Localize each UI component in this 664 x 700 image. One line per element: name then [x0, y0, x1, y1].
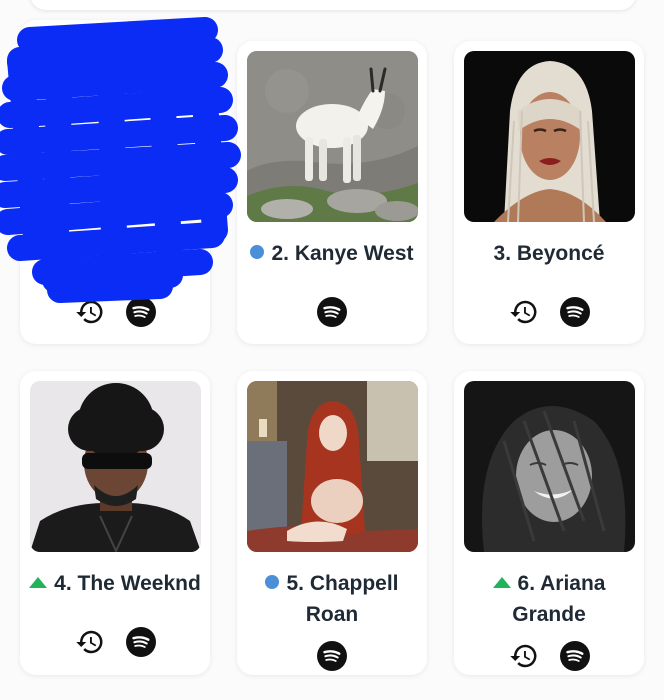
history-icon[interactable]: [75, 297, 105, 327]
artist-rank-label: 6. Ariana Grande: [512, 572, 606, 626]
artist-card-4[interactable]: 4. The Weeknd: [20, 371, 210, 675]
spotify-icon[interactable]: [559, 297, 590, 327]
artist-image: [464, 381, 635, 552]
artist-card-6[interactable]: 6. Ariana Grande: [454, 371, 644, 675]
card-actions: [237, 297, 427, 329]
history-icon[interactable]: [75, 627, 105, 657]
artist-image: [247, 51, 418, 222]
artist-card-2[interactable]: 2. Kanye West: [237, 41, 427, 344]
card-actions: [454, 297, 644, 329]
new-entry-dot: [265, 575, 280, 589]
card-actions: [20, 627, 210, 659]
rank-title: 4. The Weeknd: [24, 568, 206, 599]
spotify-icon[interactable]: [125, 627, 156, 657]
artist-image: [30, 381, 201, 552]
artist-image: [247, 381, 418, 552]
spotify-icon[interactable]: [317, 297, 347, 327]
rank-title: 3. Beyoncé: [458, 238, 640, 269]
card-actions: [454, 641, 644, 673]
artist-card-1[interactable]: [20, 20, 210, 344]
artist-image: [30, 30, 201, 201]
artist-rank-label: 4. The Weeknd: [54, 572, 201, 595]
rank-up-arrow: [29, 577, 48, 588]
artist-rank-label: 2. Kanye West: [271, 242, 414, 265]
artist-rank-label: 5. Chappell Roan: [286, 572, 399, 626]
spotify-icon[interactable]: [317, 641, 347, 671]
new-entry-dot: [250, 245, 265, 259]
rank-title: 6. Ariana Grande: [458, 568, 640, 630]
spotify-icon[interactable]: [125, 297, 156, 327]
top-bar: [30, 0, 636, 10]
card-actions: [237, 641, 427, 673]
rank-up-arrow: [492, 577, 511, 588]
card-actions: [20, 297, 210, 329]
artist-card-3[interactable]: 3. Beyoncé: [454, 41, 644, 344]
history-icon[interactable]: [509, 297, 539, 327]
artist-rank-label: 3. Beyoncé: [493, 242, 605, 265]
rank-title: 5. Chappell Roan: [241, 568, 423, 630]
rank-title: 2. Kanye West: [241, 238, 423, 269]
spotify-icon[interactable]: [559, 641, 590, 671]
artist-image: [464, 51, 635, 222]
history-icon[interactable]: [509, 641, 539, 671]
artist-card-5[interactable]: 5. Chappell Roan: [237, 371, 427, 675]
